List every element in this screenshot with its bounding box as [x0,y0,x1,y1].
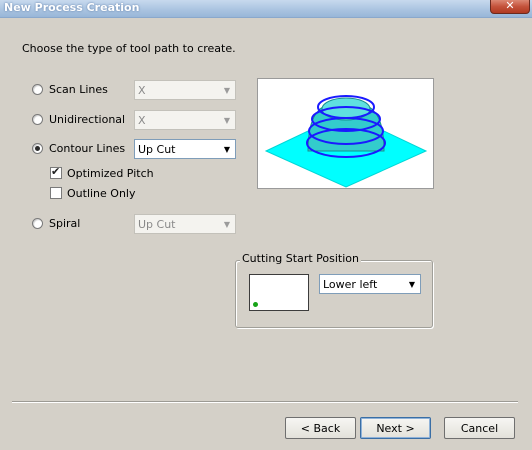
combo-value: Up Cut [138,217,176,231]
chevron-down-icon[interactable]: ▼ [219,111,235,129]
checkbox-indicator[interactable] [50,165,62,179]
radio-spiral[interactable]: Spiral [32,214,80,232]
radio-scan-lines[interactable]: Scan Lines [32,80,108,98]
combo-value: Up Cut [138,142,176,156]
radio-label: Spiral [49,216,81,230]
contour-preview-icon [264,95,428,188]
start-position-combo[interactable]: Lower left ▼ [319,274,421,294]
chevron-down-icon[interactable]: ▼ [219,81,235,99]
toolpath-preview-image [257,78,434,189]
checkbox-label: Optimized Pitch [67,166,154,180]
combo-value: Lower left [323,277,378,291]
radio-indicator[interactable] [32,113,43,125]
checkbox-outline-only[interactable]: Outline Only [50,184,136,202]
radio-label: Scan Lines [49,82,108,96]
combo-value: X [138,113,146,127]
close-icon: ✕ [505,0,515,12]
radio-indicator[interactable] [32,83,43,95]
checkbox-label: Outline Only [67,186,136,200]
separator [12,401,518,403]
start-position-preview [249,274,309,311]
dialog-window: New Process Creation ✕ Choose the type o… [0,0,532,450]
radio-label: Contour Lines [49,141,126,155]
chevron-down-icon[interactable]: ▼ [404,275,420,293]
scan-lines-combo[interactable]: X ▼ [134,80,236,100]
title-bar[interactable]: New Process Creation ✕ [0,0,532,18]
checkbox-optimized-pitch[interactable]: Optimized Pitch [50,164,154,182]
prompt-text: Choose the type of tool path to create. [22,42,236,55]
next-button[interactable]: Next > [360,417,431,439]
chevron-down-icon[interactable]: ▼ [219,140,235,158]
back-button[interactable]: < Back [285,417,356,439]
radio-label: Unidirectional [49,112,126,126]
chevron-down-icon[interactable]: ▼ [219,215,235,233]
radio-indicator[interactable] [32,142,43,154]
start-point-icon [253,302,258,307]
radio-indicator[interactable] [32,217,43,229]
spiral-combo[interactable]: Up Cut ▼ [134,214,236,234]
combo-value: X [138,83,146,97]
unidirectional-combo[interactable]: X ▼ [134,110,236,130]
radio-unidirectional[interactable]: Unidirectional [32,110,125,128]
window-title: New Process Creation [4,1,140,14]
checkbox-indicator[interactable] [50,187,62,199]
close-button[interactable]: ✕ [490,0,530,14]
cutting-start-label: Cutting Start Position [240,252,361,265]
radio-contour-lines[interactable]: Contour Lines [32,139,125,157]
contour-lines-combo[interactable]: Up Cut ▼ [134,139,236,159]
cancel-button[interactable]: Cancel [444,417,515,439]
